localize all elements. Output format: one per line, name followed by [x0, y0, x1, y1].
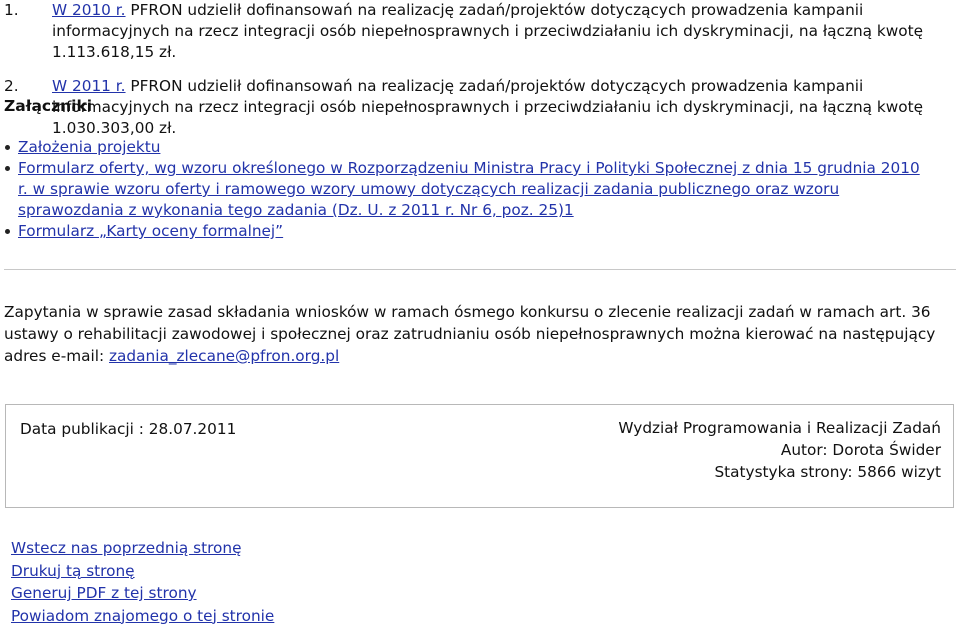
page-stats: Statystyka strony: 5866 wizyt: [714, 463, 941, 481]
back-link[interactable]: Wstecz nas poprzednią stronę: [11, 539, 242, 557]
grant-item: 1. W 2010 r. PFRON udzielił dofinansowań…: [4, 0, 954, 63]
grant-text: W 2010 r. PFRON udzielił dofinansowań na…: [52, 0, 954, 63]
divider: [4, 269, 956, 270]
print-link[interactable]: Drukuj tą stronę: [11, 562, 135, 580]
attachment-item: Formularz „Karty oceny formalnej”: [4, 221, 929, 242]
grant-text: W 2011 r. PFRON udzielił dofinansowań na…: [52, 76, 954, 139]
bullet-icon: [5, 166, 10, 171]
publication-info-box: Data publikacji : 28.07.2011 Wydział Pro…: [5, 404, 954, 508]
department: Wydział Programowania i Realizacji Zadań: [618, 419, 941, 437]
grant-description: PFRON udzielił dofinansowań na realizacj…: [52, 77, 924, 137]
inquiry-paragraph: Zapytania w sprawie zasad składania wnio…: [4, 301, 948, 367]
attachment-link-evaluation-card[interactable]: Formularz „Karty oceny formalnej”: [18, 222, 283, 240]
attachment-item: Formularz oferty, wg wzoru określonego w…: [4, 158, 929, 221]
grant-item: 2. W 2011 r. PFRON udzielił dofinansowań…: [4, 76, 954, 139]
author: Autor: Dorota Świder: [780, 441, 941, 459]
bullet-icon: [5, 145, 10, 150]
notify-friend-link[interactable]: Powiadom znajomego o tej stronie: [11, 607, 274, 625]
grant-number: 2.: [4, 77, 19, 95]
attachments-list: Założenia projektu Formularz oferty, wg …: [4, 137, 929, 242]
contact-email-link[interactable]: zadania_zlecane@pfron.org.pl: [109, 347, 339, 365]
footer-actions: Wstecz nas poprzednią stronę Drukuj tą s…: [11, 537, 274, 627]
publication-meta: Wydział Programowania i Realizacji Zadań…: [618, 417, 941, 483]
attachment-link-project-assumptions[interactable]: Założenia projektu: [18, 138, 160, 156]
grant-number: 1.: [4, 1, 19, 19]
generate-pdf-link[interactable]: Generuj PDF z tej strony: [11, 584, 197, 602]
bullet-icon: [5, 229, 10, 234]
grant-year-link[interactable]: W 2010 r.: [52, 1, 126, 19]
grant-description: PFRON udzielił dofinansowań na realizacj…: [52, 1, 924, 61]
grant-year-link[interactable]: W 2011 r.: [52, 77, 126, 95]
attachments-heading: Załączniki: [4, 97, 93, 115]
attachment-link-offer-form[interactable]: Formularz oferty, wg wzoru określonego w…: [18, 159, 920, 219]
grant-list: 1. W 2010 r. PFRON udzielił dofinansowań…: [4, 0, 954, 152]
publication-date: Data publikacji : 28.07.2011: [20, 420, 237, 438]
attachment-item: Założenia projektu: [4, 137, 929, 158]
